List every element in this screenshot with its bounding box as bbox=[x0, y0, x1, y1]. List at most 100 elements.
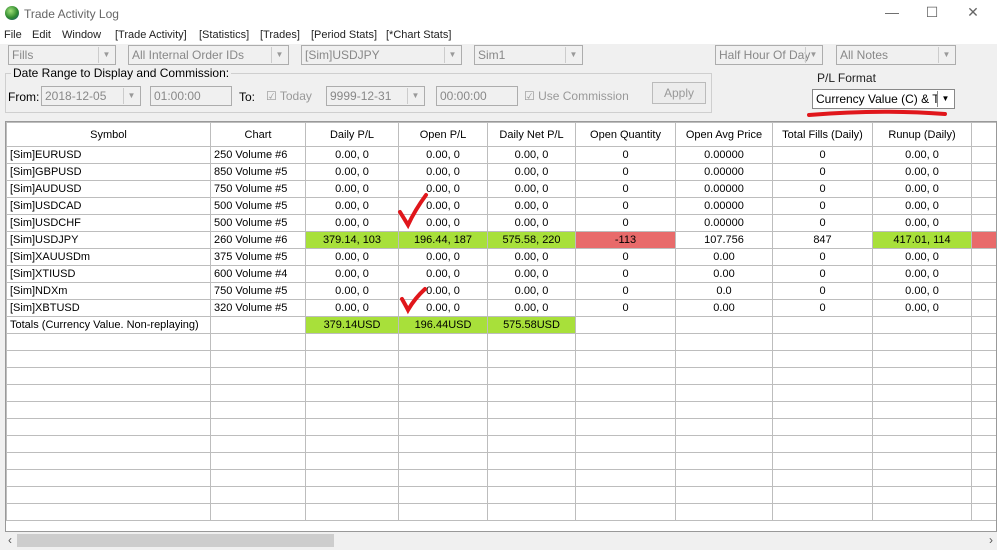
table-row[interactable]: [Sim]XTIUSD 600 Volume #4 0.00, 0 0.00, 0 0.… bbox=[6, 265, 996, 283]
table-cell bbox=[675, 384, 773, 402]
maximize-button[interactable]: ☐ bbox=[922, 4, 942, 22]
pl-format-combo[interactable]: Currency Value (C) & T ▼ bbox=[812, 89, 955, 109]
column-header[interactable]: Open Avg Price bbox=[675, 122, 773, 147]
symbol-combo[interactable]: [Sim]USDJPY ▼ bbox=[301, 45, 462, 65]
to-time-field[interactable]: 00:00:00 bbox=[436, 86, 518, 106]
table-cell bbox=[575, 469, 676, 487]
column-header[interactable]: Daily P/L bbox=[305, 122, 399, 147]
horizontal-scrollbar[interactable]: ‹ › bbox=[5, 532, 997, 549]
column-header[interactable]: Symbol bbox=[6, 122, 211, 147]
menu-period-stats[interactable]: [Period Stats] bbox=[311, 29, 377, 41]
table-cell bbox=[398, 469, 488, 487]
table-cell bbox=[675, 350, 773, 368]
minimize-button[interactable]: — bbox=[882, 4, 902, 22]
empty-row[interactable] bbox=[6, 384, 996, 402]
table-row[interactable]: [Sim]USDCAD 500 Volume #5 0.00, 0 0.00, 0 0.… bbox=[6, 197, 996, 215]
table-row[interactable]: [Sim]XAUUSDm 375 Volume #5 0.00, 0 0.00, 00… bbox=[6, 248, 996, 266]
table-cell: 0.00, 0 bbox=[872, 146, 972, 164]
table-cell: 0.00, 0 bbox=[398, 146, 488, 164]
empty-row[interactable] bbox=[6, 435, 996, 453]
table-cell bbox=[305, 435, 399, 453]
from-time-field[interactable]: 01:00:00 bbox=[150, 86, 232, 106]
to-date-picker[interactable]: 9999-12-31 ▼ bbox=[326, 86, 425, 106]
apply-button[interactable]: Apply bbox=[652, 82, 706, 104]
menu-statistics[interactable]: [Statistics] bbox=[199, 29, 249, 41]
table-cell bbox=[675, 418, 773, 436]
account-combo[interactable]: Sim1 ▼ bbox=[474, 45, 583, 65]
column-header[interactable]: Open Quantity bbox=[575, 122, 676, 147]
menu-chart-stats[interactable]: [*Chart Stats] bbox=[386, 29, 451, 41]
type-combo[interactable]: Fills ▼ bbox=[8, 45, 116, 65]
empty-row[interactable] bbox=[6, 418, 996, 436]
table-cell: 0 bbox=[575, 214, 676, 232]
table-cell: 0 bbox=[772, 163, 873, 181]
table-cell: 847 bbox=[772, 231, 873, 249]
scrollbar-thumb[interactable] bbox=[17, 534, 334, 547]
period-combo[interactable]: Half Hour Of Day ▼ bbox=[715, 45, 823, 65]
table-cell bbox=[6, 503, 211, 521]
order-ids-combo[interactable]: All Internal Order IDs ▼ bbox=[128, 45, 289, 65]
from-time-value: 01:00:00 bbox=[154, 89, 201, 103]
table-cell bbox=[772, 316, 873, 334]
menu-window[interactable]: Window bbox=[62, 29, 101, 41]
empty-row[interactable] bbox=[6, 333, 996, 351]
table-cell bbox=[398, 452, 488, 470]
table-cell bbox=[575, 333, 676, 351]
menu-file[interactable]: File bbox=[4, 29, 22, 41]
column-header[interactable]: Runup (Daily) bbox=[872, 122, 972, 147]
table-cell: 0 bbox=[575, 282, 676, 300]
empty-row[interactable] bbox=[6, 486, 996, 504]
chevron-down-icon: ▼ bbox=[937, 91, 953, 107]
close-button[interactable]: ✕ bbox=[963, 4, 983, 22]
table-cell: 0 bbox=[575, 180, 676, 198]
table-row[interactable]: [Sim]EURUSD 250 Volume #6 0.00, 0 0.00, 0 0.… bbox=[6, 146, 996, 164]
column-header[interactable]: Daily Net P/L bbox=[487, 122, 576, 147]
column-header[interactable]: Dr bbox=[971, 122, 996, 147]
scroll-left-icon[interactable]: ‹ bbox=[8, 533, 12, 547]
column-header[interactable]: Total Fills (Daily) bbox=[772, 122, 873, 147]
menu-trades[interactable]: [Trades] bbox=[260, 29, 300, 41]
table-row[interactable]: [Sim]NDXm 750 Volume #5 0.00, 0 0.00, 0 0.00… bbox=[6, 282, 996, 300]
table-cell: 320 Volume #5 bbox=[210, 299, 306, 317]
table-cell bbox=[487, 452, 576, 470]
table-cell: 0.00, 0 bbox=[398, 299, 488, 317]
empty-row[interactable] bbox=[6, 469, 996, 487]
table-cell bbox=[772, 418, 873, 436]
table-cell: [Sim]XAUUSDm bbox=[6, 248, 211, 266]
table-cell: -113 bbox=[575, 231, 676, 249]
chart-stats-table[interactable]: Symbol Chart Daily P/L Open P/L Daily Net P/… bbox=[5, 121, 997, 532]
notes-combo[interactable]: All Notes ▼ bbox=[836, 45, 956, 65]
today-checkbox[interactable]: ☑ Today bbox=[266, 89, 312, 103]
table-row[interactable]: [Sim]USDJPY 260 Volume #6 379.14, 103 196.4… bbox=[6, 231, 996, 249]
table-cell bbox=[772, 435, 873, 453]
table-row[interactable]: [Sim]XBTUSD 320 Volume #5 0.00, 0 0.00, 0 0.… bbox=[6, 299, 996, 317]
empty-row[interactable] bbox=[6, 401, 996, 419]
table-cell bbox=[872, 350, 972, 368]
table-row[interactable]: [Sim]GBPUSD 850 Volume #5 0.00, 0 0.00, 0 0.… bbox=[6, 163, 996, 181]
menu-edit[interactable]: Edit bbox=[32, 29, 51, 41]
empty-row[interactable] bbox=[6, 367, 996, 385]
totals-row[interactable]: Totals (Currency Value. Non-replaying) 37… bbox=[6, 316, 996, 334]
table-cell: 0 bbox=[575, 146, 676, 164]
empty-row[interactable] bbox=[6, 503, 996, 521]
table-cell: 500 Volume #5 bbox=[210, 214, 306, 232]
table-cell bbox=[675, 503, 773, 521]
table-cell bbox=[487, 469, 576, 487]
table-cell: 0.00, 0 bbox=[872, 299, 972, 317]
scroll-right-icon[interactable]: › bbox=[989, 533, 993, 547]
empty-row[interactable] bbox=[6, 350, 996, 368]
table-cell: 0.00, 0 bbox=[305, 299, 399, 317]
column-header[interactable]: Open P/L bbox=[398, 122, 488, 147]
table-cell bbox=[487, 384, 576, 402]
table-cell bbox=[210, 486, 306, 504]
table-cell bbox=[398, 333, 488, 351]
use-commission-checkbox[interactable]: ☑ Use Commission bbox=[524, 89, 629, 103]
table-cell bbox=[398, 418, 488, 436]
from-date-picker[interactable]: 2018-12-05 ▼ bbox=[41, 86, 141, 106]
menu-trade-activity[interactable]: [Trade Activity] bbox=[115, 29, 187, 41]
empty-row[interactable] bbox=[6, 452, 996, 470]
table-row[interactable]: [Sim]AUDUSD 750 Volume #5 0.00, 0 0.00, 0 0.… bbox=[6, 180, 996, 198]
table-row[interactable]: [Sim]USDCHF 500 Volume #5 0.00, 0 0.00, 0 0.… bbox=[6, 214, 996, 232]
column-header[interactable]: Chart bbox=[210, 122, 306, 147]
table-cell bbox=[971, 384, 996, 402]
